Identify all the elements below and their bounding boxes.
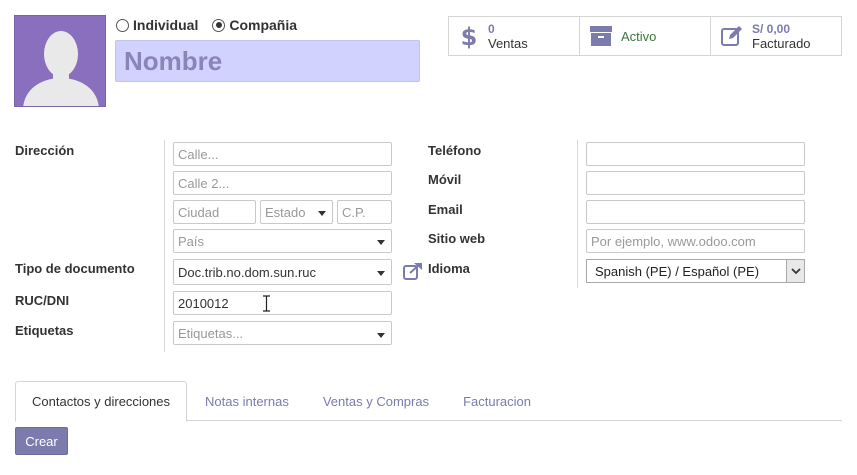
state-dropdown-caret-icon <box>318 211 326 216</box>
country-dropdown-caret-icon <box>377 240 385 245</box>
country-select[interactable]: País <box>173 229 392 253</box>
city-input[interactable]: Ciudad <box>173 200 256 224</box>
phone-label: Teléfono <box>428 143 482 158</box>
language-label: Idioma <box>428 261 470 276</box>
ruc-value: 2010012 <box>178 295 229 311</box>
svg-text:$: $ <box>461 23 478 49</box>
street2-input[interactable]: Calle 2... <box>173 171 392 195</box>
tab-invoicing[interactable]: Facturacion <box>447 381 547 421</box>
pencil-square-icon <box>721 26 742 46</box>
website-label: Sitio web <box>428 231 486 246</box>
partner-type-radio-group: Individual Compañia <box>116 17 297 33</box>
tab-sales-purchases[interactable]: Ventas y Compras <box>307 381 445 421</box>
external-link-icon[interactable] <box>403 262 423 280</box>
phone-input[interactable] <box>586 142 805 166</box>
active-toggle-button[interactable]: Activo <box>580 17 711 55</box>
invoiced-button[interactable]: S/ 0,00 Facturado <box>711 17 841 55</box>
radio-individual-circle[interactable] <box>116 18 129 32</box>
name-input[interactable] <box>115 40 420 82</box>
ruc-input[interactable]: 2010012 <box>173 291 392 315</box>
left-column-separator <box>164 140 165 352</box>
document-type-select[interactable]: Doc.trib.no.dom.sun.ruc <box>173 259 392 285</box>
zip-placeholder: C.P. <box>342 204 366 220</box>
document-type-caret-icon <box>377 271 385 276</box>
document-type-value: Doc.trib.no.dom.sun.ruc <box>178 264 317 280</box>
radio-individual-label: Individual <box>133 17 199 33</box>
dollar-icon: $ <box>461 23 478 49</box>
city-placeholder: Ciudad <box>178 204 220 220</box>
street-placeholder: Calle... <box>178 146 219 162</box>
mobile-label: Móvil <box>428 172 462 187</box>
language-dropdown-button[interactable] <box>786 260 804 282</box>
tags-input[interactable]: Etiquetas... <box>173 321 392 345</box>
avatar-silhouette-icon <box>15 16 105 106</box>
smart-buttons: $ 0 Ventas Activo S/ 0,00 Facturado <box>448 16 842 56</box>
radio-company[interactable]: Compañia <box>212 17 297 33</box>
radio-company-label: Compañia <box>229 17 298 33</box>
chevron-down-icon <box>790 267 801 274</box>
website-input[interactable]: Por ejemplo, www.odoo.com <box>586 229 805 253</box>
language-value: Spanish (PE) / Español (PE) <box>595 263 760 279</box>
active-label: Activo <box>621 28 657 44</box>
radio-individual[interactable]: Individual <box>116 17 198 33</box>
invoiced-amount: S/ 0,00 <box>752 21 791 36</box>
tab-internal-notes[interactable]: Notas internas <box>189 381 305 421</box>
right-column-separator <box>577 140 578 288</box>
tags-label: Etiquetas <box>15 323 74 338</box>
website-placeholder: Por ejemplo, www.odoo.com <box>591 233 756 249</box>
archive-icon <box>590 26 612 46</box>
zip-input[interactable]: C.P. <box>337 200 392 224</box>
text-cursor-icon <box>263 295 270 312</box>
document-type-label: Tipo de documento <box>15 261 135 276</box>
notebook-tabs: Contactos y direcciones Notas internas V… <box>15 381 842 422</box>
country-placeholder: País <box>178 233 205 249</box>
language-select[interactable]: Spanish (PE) / Español (PE) <box>586 259 805 283</box>
email-label: Email <box>428 202 463 217</box>
tags-placeholder: Etiquetas... <box>178 325 244 341</box>
street2-placeholder: Calle 2... <box>178 175 230 191</box>
sales-count: 0 <box>488 21 495 36</box>
address-label: Dirección <box>15 143 75 158</box>
state-placeholder: Estado <box>265 204 306 220</box>
tab-contacts-addresses[interactable]: Contactos y direcciones <box>15 381 188 422</box>
invoiced-label: Facturado <box>752 35 811 51</box>
street-input[interactable]: Calle... <box>173 142 392 166</box>
partner-avatar[interactable] <box>14 15 106 107</box>
email-input[interactable] <box>586 200 805 224</box>
sales-label: Ventas <box>488 35 528 51</box>
radio-company-circle[interactable] <box>212 18 226 32</box>
tags-dropdown-caret-icon <box>377 333 385 338</box>
ruc-label: RUC/DNI <box>15 293 70 308</box>
mobile-input[interactable] <box>586 171 805 195</box>
state-select[interactable]: Estado <box>260 200 333 224</box>
sales-button[interactable]: $ 0 Ventas <box>449 17 580 55</box>
create-button[interactable]: Crear <box>15 427 68 455</box>
